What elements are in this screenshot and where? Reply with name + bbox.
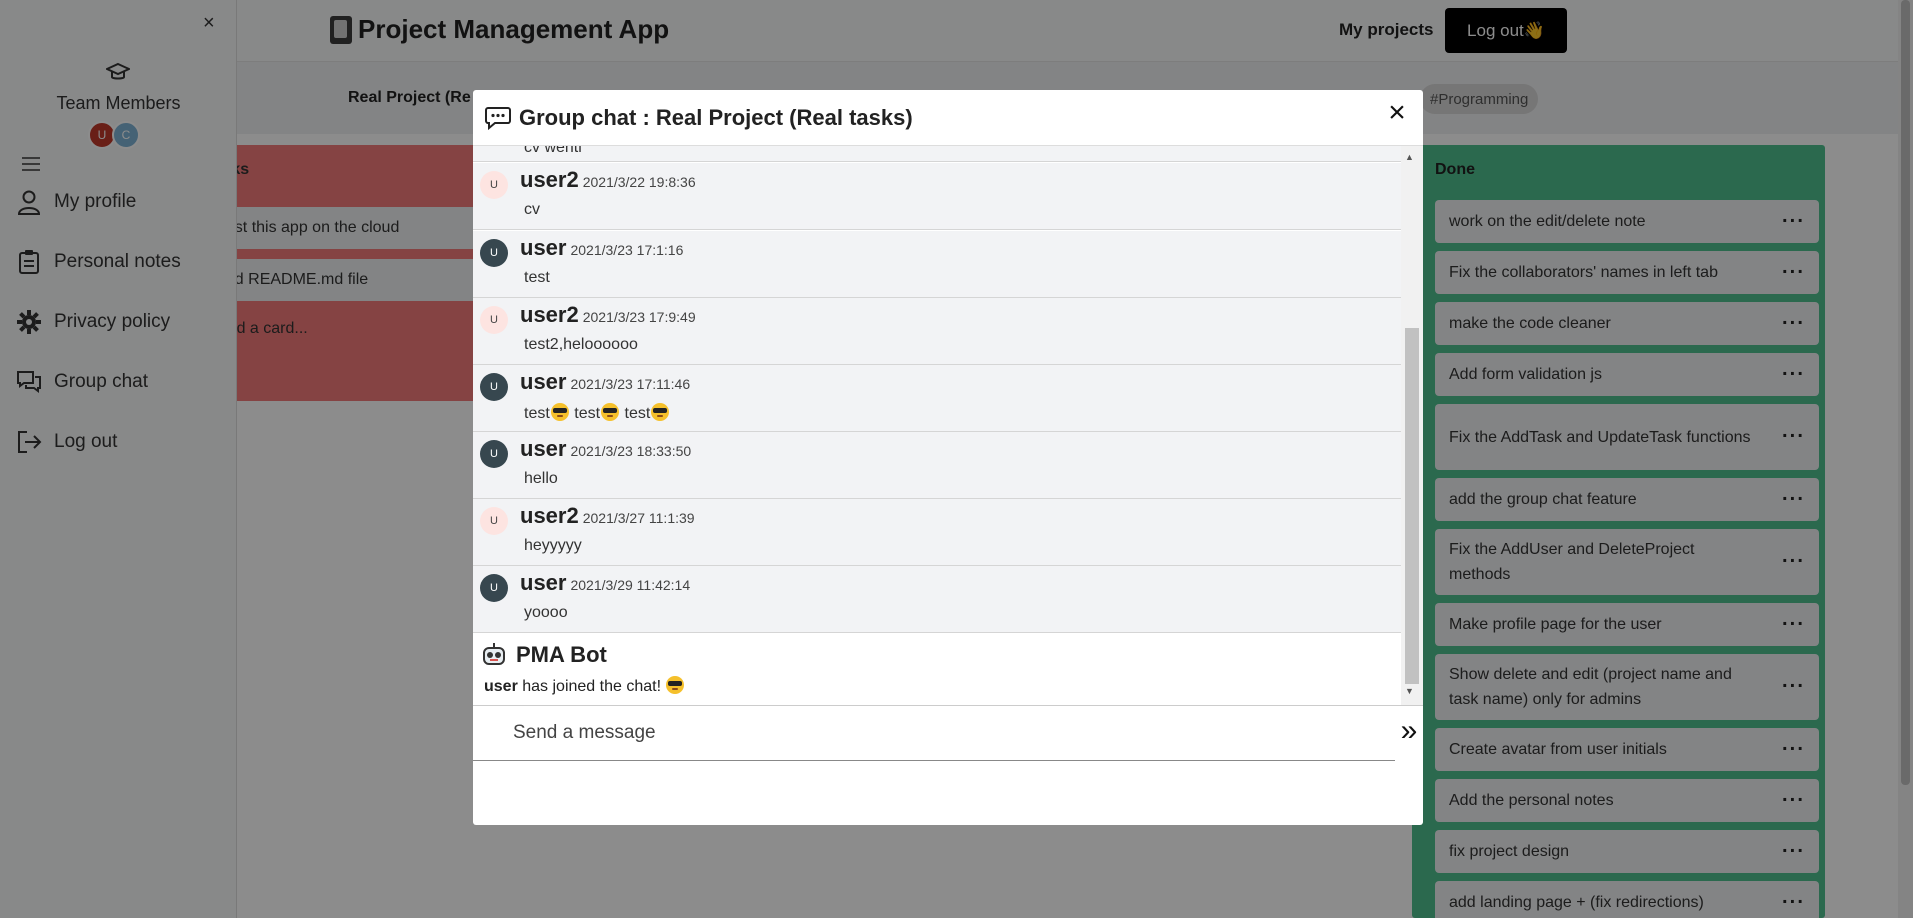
chat-bubble-icon [485,106,511,130]
message-timestamp: 2021/3/23 18:33:50 [570,443,692,459]
message-author: user [520,235,567,260]
message-list[interactable]: cv wenti U user2 2021/3/22 19:8:36 cv U u… [473,146,1423,706]
message-timestamp: 2021/3/27 11:1:39 [582,510,695,526]
chat-message: cv wenti [473,146,1401,162]
sunglasses-emoji-icon [666,676,685,694]
message-header: user2 2021/3/23 17:9:49 [520,302,696,328]
message-header: user2 2021/3/22 19:8:36 [520,167,696,193]
avatar: U [480,306,508,334]
modal-title: Group chat : Real Project (Real tasks) [519,104,913,130]
scroll-up-arrow-icon[interactable]: ▲ [1405,152,1414,162]
message-timestamp: 2021/3/22 19:8:36 [582,174,696,190]
message-author: user2 [520,503,579,528]
chat-message: U user2 2021/3/23 17:9:49 test2,heloooooo [473,298,1401,365]
message-author: user [520,369,567,394]
group-chat-modal: Group chat : Real Project (Real tasks) ×… [473,90,1423,825]
message-text: cv wenti [524,146,582,156]
sunglasses-emoji-icon [651,403,670,421]
robot-icon [481,642,507,668]
avatar: U [480,239,508,267]
sunglasses-emoji-icon [601,403,620,421]
message-author: user2 [520,302,579,327]
chat-message: U user 2021/3/29 11:42:14 yoooo [473,566,1401,633]
bot-name: PMA Bot [516,642,607,667]
send-icon[interactable]: » [1395,716,1423,752]
message-text: yoooo [524,604,568,621]
message-scrollbar-thumb[interactable] [1405,328,1419,684]
message-header: user 2021/3/23 17:11:46 [520,369,690,395]
modal-header: Group chat : Real Project (Real tasks) × [473,90,1423,146]
message-author: user [520,436,567,461]
message-text: test [524,269,550,286]
scroll-down-arrow-icon[interactable]: ▼ [1405,686,1414,696]
avatar: U [480,171,508,199]
chat-message: U user2 2021/3/22 19:8:36 cv [473,163,1401,230]
sunglasses-emoji-icon [550,403,569,421]
message-text: cv [524,201,540,218]
avatar: U [480,440,508,468]
message-timestamp: 2021/3/29 11:42:14 [570,577,691,593]
message-header: user 2021/3/23 17:1:16 [520,235,683,261]
message-timestamp: 2021/3/23 17:11:46 [570,376,691,392]
message-timestamp: 2021/3/23 17:9:49 [582,309,696,325]
chat-message: U user 2021/3/23 17:11:46 test test test [473,365,1401,432]
message-author: user2 [520,167,579,192]
close-icon[interactable]: × [1381,98,1413,130]
message-header: user 2021/3/23 18:33:50 [520,436,691,462]
message-input[interactable] [473,706,1395,761]
message-header: user 2021/3/29 11:42:14 [520,570,690,596]
message-composer: » [473,705,1423,763]
message-text: heyyyyy [524,537,582,554]
message-text: test test test [524,403,670,423]
chat-message: U user2 2021/3/27 11:1:39 heyyyyy [473,499,1401,566]
chat-message: U user 2021/3/23 17:1:16 test [473,231,1401,298]
bot-message: PMA Bot user has joined the chat! [473,636,1401,704]
avatar: U [480,373,508,401]
bot-text: user has joined the chat! [484,676,685,696]
chat-message: U user 2021/3/23 18:33:50 hello [473,432,1401,499]
avatar: U [480,507,508,535]
message-text: hello [524,470,558,487]
avatar: U [480,574,508,602]
message-timestamp: 2021/3/23 17:1:16 [570,242,684,258]
message-author: user [520,570,567,595]
message-text: test2,heloooooo [524,336,638,353]
message-header: user2 2021/3/27 11:1:39 [520,503,695,529]
